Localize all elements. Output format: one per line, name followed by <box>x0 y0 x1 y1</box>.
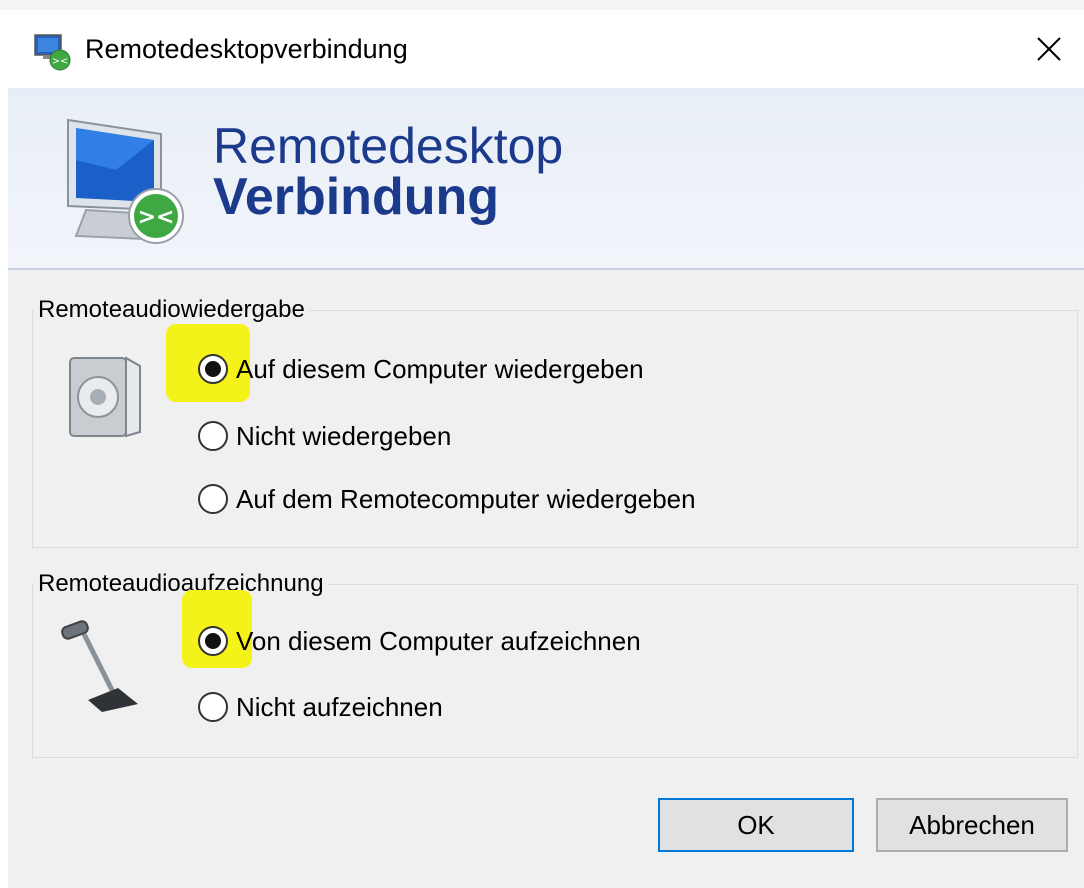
radio-record-from-this-computer[interactable]: Von diesem Computer aufzeichnen <box>198 626 641 656</box>
radio-label: Auf dem Remotecomputer wiedergeben <box>236 484 696 514</box>
radio-selected-dot <box>205 361 221 377</box>
cancel-button[interactable]: Abbrechen <box>876 798 1068 852</box>
radio-button[interactable] <box>198 484 228 514</box>
svg-text:><: >< <box>52 56 69 67</box>
radio-label: Nicht aufzeichnen <box>236 692 443 722</box>
radio-do-not-play[interactable]: Nicht wiedergeben <box>198 421 451 451</box>
radio-label: Auf diesem Computer wiedergeben <box>236 354 644 384</box>
recording-group-legend: Remoteaudioaufzeichnung <box>34 570 328 598</box>
radio-selected-dot <box>205 633 221 649</box>
radio-label: Nicht wiedergeben <box>236 421 452 451</box>
playback-group-legend: Remoteaudiowiedergabe <box>34 296 309 324</box>
close-icon[interactable] <box>1026 26 1072 72</box>
speaker-icon <box>69 356 141 438</box>
radio-label: Von diesem Computer aufzeichnen <box>236 626 641 656</box>
title-bar: >< Remotedesktopverbindung <box>0 10 1084 88</box>
radio-button[interactable] <box>198 626 228 656</box>
dialog-content: Remoteaudiowiedergabe Auf diesem Compute… <box>8 270 1084 888</box>
window-title: Remotedesktopverbindung <box>85 34 408 64</box>
banner-title-line2: Verbindung <box>213 168 499 226</box>
monitor-icon: >< <box>67 118 184 244</box>
banner-title-line1: Remotedesktop <box>213 118 564 174</box>
header-banner: >< Remotedesktop Verbindung <box>8 88 1084 270</box>
radio-button[interactable] <box>198 354 228 384</box>
radio-button[interactable] <box>198 421 228 451</box>
radio-button[interactable] <box>198 692 228 722</box>
remote-desktop-app-icon: >< <box>34 34 71 71</box>
microphone-icon <box>61 620 138 712</box>
radio-play-on-this-computer[interactable]: Auf diesem Computer wiedergeben <box>198 354 644 384</box>
svg-text:><: >< <box>138 205 175 230</box>
radio-do-not-record[interactable]: Nicht aufzeichnen <box>198 692 443 722</box>
radio-play-on-remote-computer[interactable]: Auf dem Remotecomputer wiedergeben <box>198 484 696 514</box>
ok-button[interactable]: OK <box>658 798 854 852</box>
